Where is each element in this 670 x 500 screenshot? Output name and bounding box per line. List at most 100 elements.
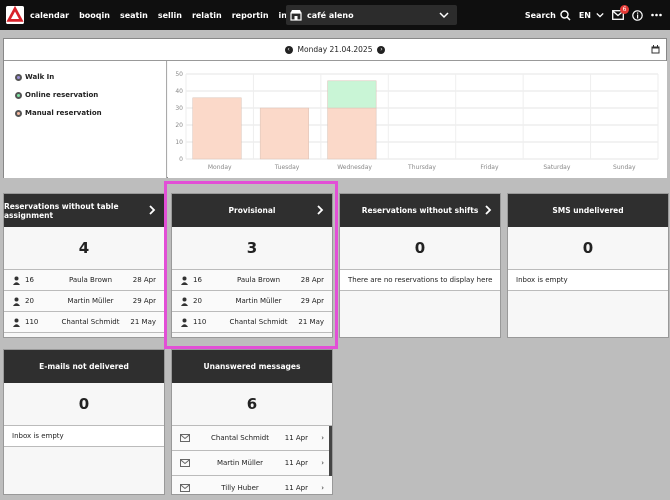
nav-reportin[interactable]: reportin	[232, 11, 269, 20]
bar-online-reservation	[327, 80, 377, 109]
card-title: Reservations without table assignment	[4, 201, 119, 220]
y-tick-label: 40	[175, 88, 183, 95]
info-icon	[632, 9, 643, 21]
person-icon	[181, 297, 188, 306]
main-nav: calendar booqin seatin sellin relatin re…	[30, 11, 324, 20]
table-row[interactable]: 20 Martin Müller 29 Apr	[4, 291, 164, 312]
legend-walk-in[interactable]: Walk In	[15, 73, 166, 81]
person-icon	[13, 276, 20, 285]
y-tick-label: 0	[179, 156, 183, 163]
chevron-right-icon: ›	[321, 484, 324, 492]
reservations-chart: 0 10 20 30 40 50 Monday Tuesday Wednesday Thursda…	[168, 61, 667, 178]
chevron-down-icon	[439, 12, 449, 19]
table-row[interactable]: 20 Martin Müller 29 Apr	[172, 291, 332, 312]
x-tick-label: Friday	[480, 164, 499, 171]
card-count: 0	[4, 383, 164, 426]
top-navigation-bar: calendar booqin seatin sellin relatin re…	[0, 0, 670, 30]
legend-manual-reservation[interactable]: Manual reservation	[15, 109, 166, 117]
card-header[interactable]: Provisional	[172, 194, 332, 227]
search-icon	[560, 9, 571, 21]
guest-name: Chantal Schmidt	[61, 318, 120, 326]
overview-panel: ‹ Monday 21.04.2025 › Walk In Online res…	[3, 38, 667, 178]
search-button[interactable]: Search	[524, 9, 571, 21]
scrollbar[interactable]	[329, 426, 332, 476]
next-day-button[interactable]: ›	[377, 45, 386, 54]
message-date: 11 Apr	[284, 459, 308, 467]
nav-relatin[interactable]: relatin	[192, 11, 222, 20]
card-no-shifts: Reservations without shifts 0 There are …	[339, 193, 501, 338]
nav-calendar[interactable]: calendar	[30, 11, 69, 20]
card-header[interactable]: Reservations without table assignment	[4, 194, 164, 227]
chevron-right-icon: ›	[321, 434, 324, 442]
legend-dot	[15, 109, 22, 117]
card-provisional: Provisional 3 16 Paula Brown 28 Apr 20 M…	[171, 193, 333, 338]
bar-manual-reservation	[327, 107, 377, 160]
reservation-date: 29 Apr	[132, 297, 156, 305]
card-title: Reservations without shifts	[361, 206, 479, 215]
nav-booqin[interactable]: booqin	[79, 11, 110, 20]
info-button[interactable]	[632, 9, 643, 21]
card-title: Provisional	[228, 206, 276, 215]
table-row[interactable]: 110 Chantal Schmidt 21 May	[4, 312, 164, 333]
nav-seatin[interactable]: seatin	[120, 11, 148, 20]
message-row[interactable]: Martin Müller 11 Apr ›	[172, 451, 332, 476]
legend-label: Walk In	[25, 73, 55, 81]
card-count: 0	[340, 227, 500, 270]
guest-name: Paula Brown	[236, 276, 281, 284]
header-tools: Search EN	[525, 0, 670, 30]
venue-name: café aleno	[307, 10, 354, 20]
card-sms-undelivered: SMS undelivered 0 Inbox is empty	[507, 193, 669, 338]
x-tick-label: Saturday	[543, 164, 570, 171]
message-date: 11 Apr	[284, 434, 308, 442]
more-dots-icon	[651, 13, 662, 17]
message-row[interactable]: Chantal Schmidt 11 Apr ›	[172, 426, 332, 451]
reservation-date: 29 Apr	[300, 297, 324, 305]
guest-name: Martin Müller	[67, 297, 114, 305]
language-label: EN	[578, 10, 591, 20]
y-tick-label: 50	[175, 71, 183, 78]
x-tick-label: Monday	[208, 164, 232, 171]
envelope-icon	[180, 484, 190, 492]
y-tick-label: 10	[175, 139, 183, 146]
card-header: E-mails not delivered	[4, 350, 164, 383]
message-row[interactable]: Tilly Huber 11 Apr ›	[172, 476, 332, 494]
language-selector[interactable]: EN	[579, 11, 604, 20]
y-tick-label: 30	[175, 105, 183, 112]
chevron-down-icon	[596, 12, 604, 18]
reservation-date: 28 Apr	[132, 276, 156, 284]
party-size: 16	[193, 276, 202, 284]
card-header[interactable]: Reservations without shifts	[340, 194, 500, 227]
card-count: 4	[4, 227, 164, 270]
current-date: Monday 21.04.2025	[297, 45, 373, 54]
sender-name: Tilly Huber	[221, 484, 259, 492]
legend-online-reservation[interactable]: Online reservation	[15, 91, 166, 99]
x-tick-label: Sunday	[613, 164, 636, 171]
envelope-icon	[180, 434, 190, 442]
more-menu-button[interactable]	[651, 13, 662, 17]
guest-name: Paula Brown	[68, 276, 113, 284]
party-size: 110	[193, 318, 207, 326]
person-icon	[13, 318, 20, 327]
nav-sellin[interactable]: sellin	[158, 11, 182, 20]
reservation-date: 28 Apr	[300, 276, 324, 284]
table-row[interactable]: 110 Chantal Schmidt 21 May	[172, 312, 332, 333]
guest-name: Martin Müller	[235, 297, 282, 305]
empty-message: There are no reservations to display her…	[340, 270, 500, 291]
store-icon	[290, 10, 302, 21]
table-row[interactable]: 16 Paula Brown 28 Apr	[172, 270, 332, 291]
x-tick-label: Wednesday	[337, 164, 372, 171]
search-label: Search	[524, 10, 556, 20]
calendar-icon[interactable]	[651, 45, 660, 54]
app-logo-icon[interactable]	[6, 6, 24, 24]
party-size: 20	[25, 297, 34, 305]
legend-label: Online reservation	[25, 91, 99, 99]
previous-day-button[interactable]: ‹	[284, 45, 293, 54]
table-row[interactable]: 16 Paula Brown 28 Apr	[4, 270, 164, 291]
card-count: 3	[172, 227, 332, 270]
card-title: Unanswered messages	[203, 362, 301, 371]
party-size: 110	[25, 318, 39, 326]
venue-selector[interactable]: café aleno	[286, 5, 457, 25]
card-header: Unanswered messages	[172, 350, 332, 383]
chevron-right-icon: ›	[321, 459, 324, 467]
card-title: SMS undelivered	[552, 206, 624, 215]
